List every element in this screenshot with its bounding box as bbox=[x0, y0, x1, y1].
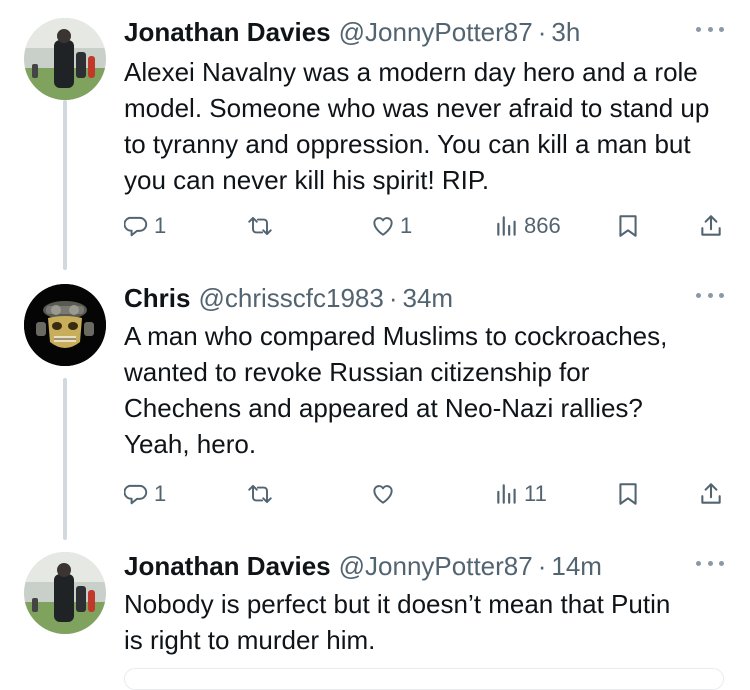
share-button[interactable] bbox=[698, 206, 724, 246]
like-count: 1 bbox=[400, 213, 413, 238]
views-button[interactable]: 866 bbox=[494, 206, 561, 246]
views-bar-chart-icon bbox=[497, 216, 516, 236]
retweet-button[interactable] bbox=[246, 206, 274, 246]
avatar-chris[interactable] bbox=[24, 284, 106, 366]
tweet-text: Nobody is perfect but it doesn’t mean th… bbox=[124, 589, 671, 655]
retweet-button[interactable] bbox=[246, 474, 274, 514]
avatar-photo bbox=[24, 18, 106, 100]
views-button[interactable]: 11 bbox=[494, 474, 547, 514]
bookmark-icon bbox=[619, 483, 637, 505]
tweet-text: A man who compared Muslims to cockroache… bbox=[124, 321, 668, 459]
share-icon bbox=[701, 215, 721, 236]
action-bar: 1 11 bbox=[0, 474, 750, 514]
display-name[interactable]: Jonathan Davies bbox=[124, 546, 331, 586]
views-bar-chart-icon bbox=[497, 484, 516, 504]
like-button[interactable]: 1 bbox=[370, 206, 412, 246]
share-icon bbox=[701, 483, 721, 504]
retweet-icon bbox=[248, 484, 272, 504]
user-handle[interactable]: @chrisscfc1983 bbox=[198, 278, 383, 318]
more-dots-icon[interactable] bbox=[696, 558, 724, 568]
tweet-3[interactable]: Jonathan Davies @JonnyPotter87 · 14m Nob… bbox=[0, 546, 750, 677]
tweet-2[interactable]: Chris @chrisscfc1983 · 34m A man who com… bbox=[0, 278, 750, 528]
avatar-jonathan-davies[interactable] bbox=[24, 552, 106, 634]
view-count: 866 bbox=[524, 213, 561, 238]
heart-icon bbox=[373, 485, 393, 504]
bookmark-icon bbox=[619, 215, 637, 237]
user-handle[interactable]: @JonnyPotter87 bbox=[339, 12, 533, 52]
reply-count: 1 bbox=[154, 213, 167, 238]
tweet-1[interactable]: Jonathan Davies @JonnyPotter87 · 3h Alex… bbox=[0, 12, 750, 262]
display-name[interactable]: Chris bbox=[124, 278, 190, 318]
reply-count: 1 bbox=[154, 481, 167, 506]
reply-icon bbox=[124, 484, 148, 505]
reply-button[interactable]: 1 bbox=[124, 474, 166, 514]
heart-icon bbox=[373, 217, 393, 236]
next-card-edge bbox=[124, 668, 724, 690]
bookmark-button[interactable] bbox=[616, 474, 640, 514]
retweet-icon bbox=[248, 216, 272, 236]
display-name[interactable]: Jonathan Davies bbox=[124, 12, 331, 52]
user-handle[interactable]: @JonnyPotter87 bbox=[339, 546, 533, 586]
view-count: 11 bbox=[524, 481, 547, 506]
action-bar: 1 1 866 bbox=[0, 206, 750, 246]
tweet-text: Alexei Navalny was a modern day hero and… bbox=[124, 57, 710, 195]
avatar-jonathan-davies[interactable] bbox=[24, 18, 106, 100]
separator-dot: · bbox=[537, 551, 547, 581]
tweet-header: Jonathan Davies @JonnyPotter87 · 14m bbox=[124, 546, 690, 586]
reply-icon bbox=[124, 216, 148, 237]
more-dots-icon[interactable] bbox=[696, 24, 724, 34]
avatar-skull-graphic bbox=[24, 284, 106, 366]
timestamp[interactable]: 34m bbox=[403, 278, 454, 318]
like-button[interactable] bbox=[370, 474, 396, 514]
tweet-header: Chris @chrisscfc1983 · 34m bbox=[124, 278, 690, 318]
separator-dot: · bbox=[388, 283, 398, 313]
separator-dot: · bbox=[537, 17, 547, 47]
avatar-photo bbox=[24, 552, 106, 634]
timestamp[interactable]: 14m bbox=[551, 546, 602, 586]
bookmark-button[interactable] bbox=[616, 206, 640, 246]
reply-button[interactable]: 1 bbox=[124, 206, 166, 246]
tweet-header: Jonathan Davies @JonnyPotter87 · 3h bbox=[124, 12, 690, 52]
more-dots-icon[interactable] bbox=[696, 290, 724, 300]
share-button[interactable] bbox=[698, 474, 724, 514]
timestamp[interactable]: 3h bbox=[551, 12, 580, 52]
